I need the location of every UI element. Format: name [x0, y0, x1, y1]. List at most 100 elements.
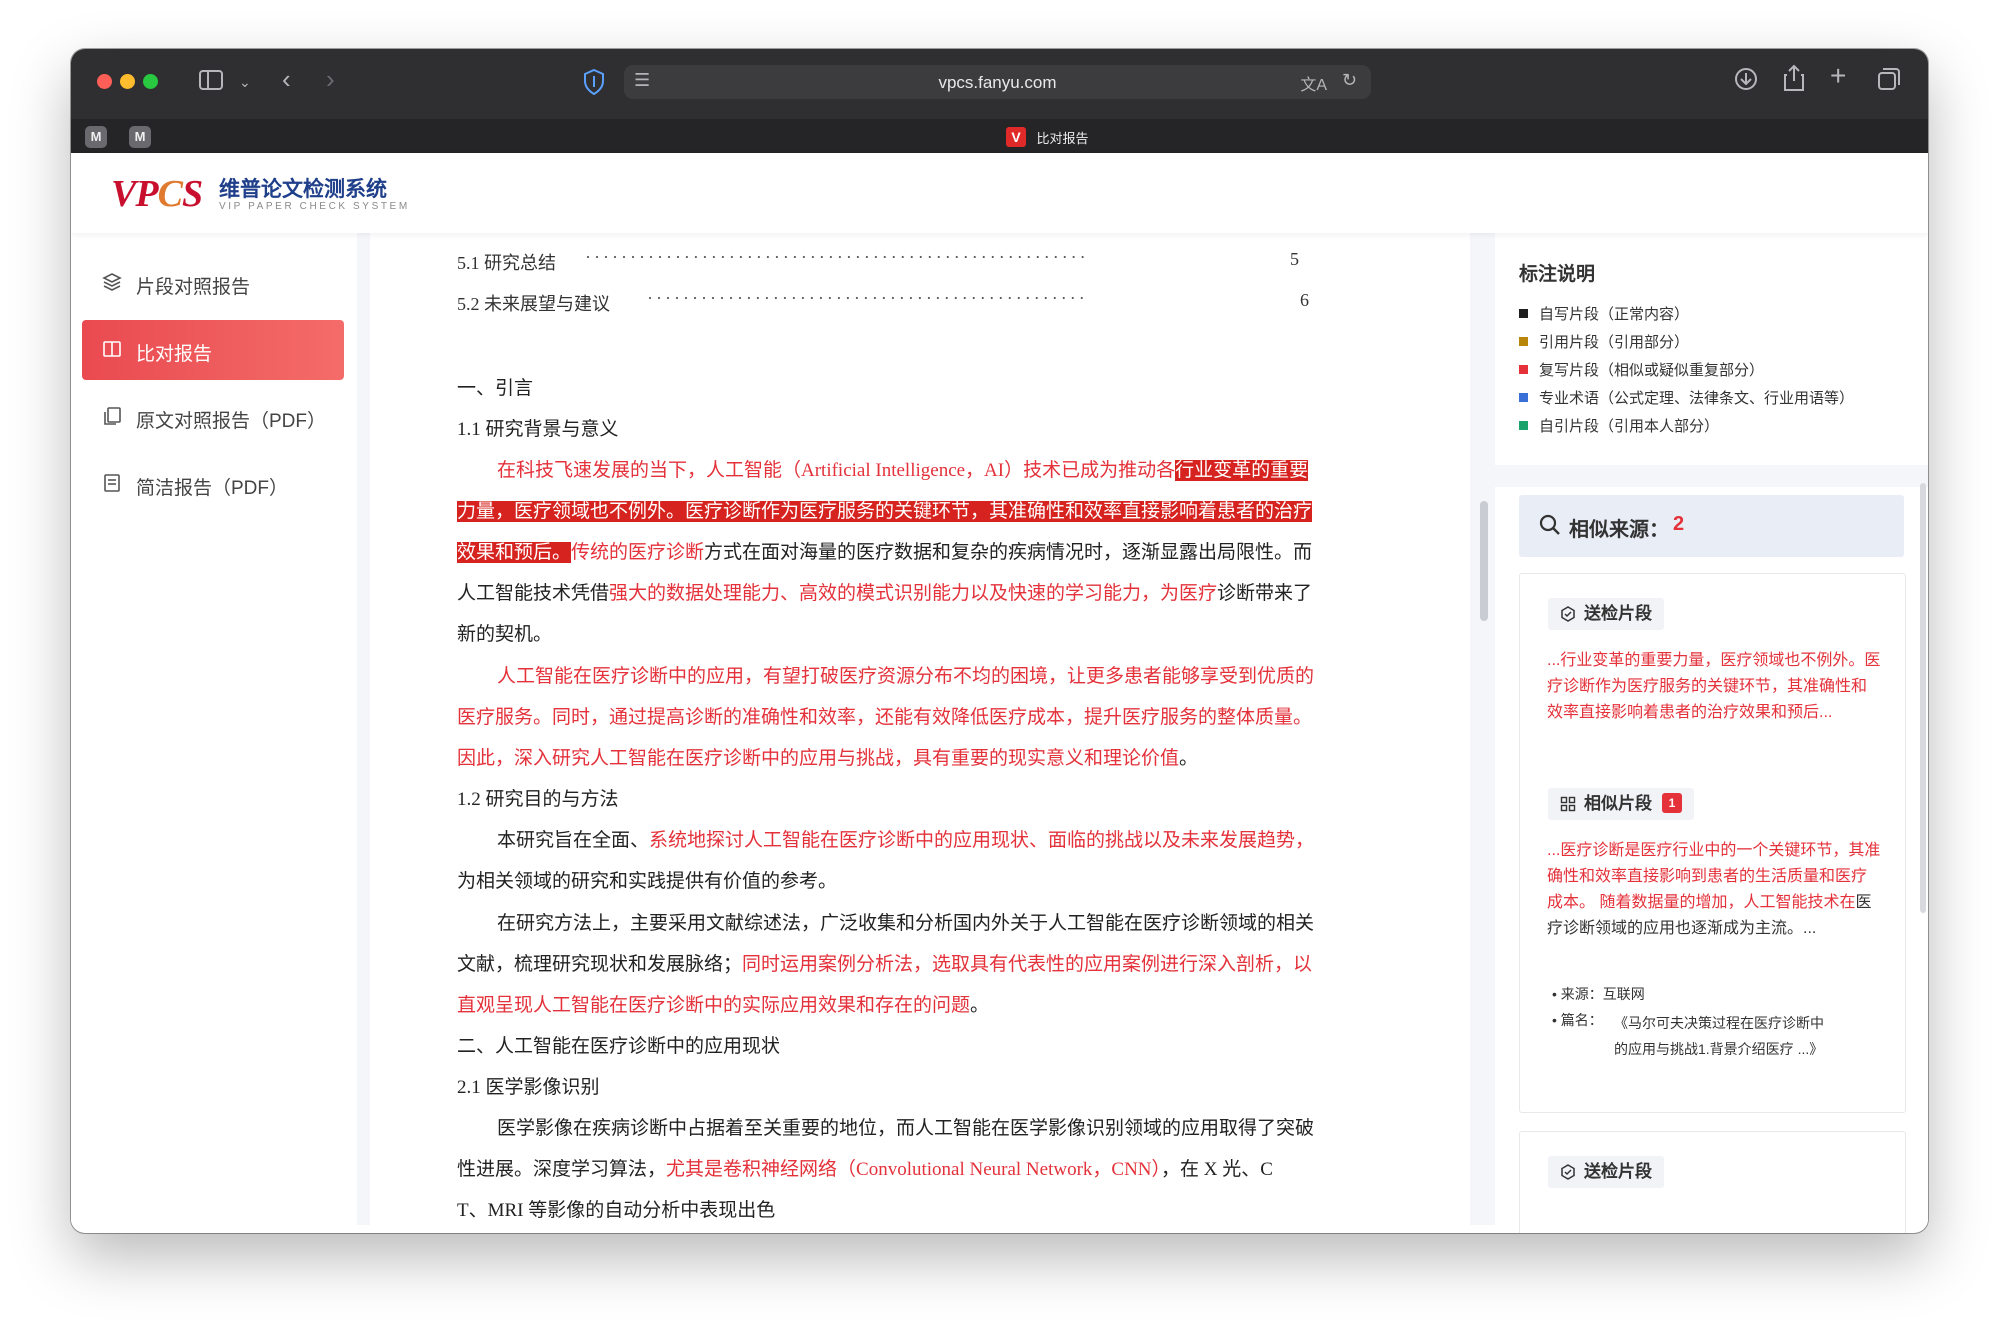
active-tab[interactable]: V 比对报告 — [1006, 127, 1088, 147]
paragraph-line: T、MRI 等影像的自动分析中表现出色 — [457, 1200, 776, 1221]
chevron-down-icon[interactable]: ⌄ — [239, 69, 251, 95]
legend-title: 标注说明 — [1519, 264, 1596, 285]
heading-intro: 一、引言 — [457, 378, 534, 399]
logo-cn: 维普论文检测系统 — [219, 178, 387, 201]
pinned-tab-2[interactable]: M — [129, 126, 151, 148]
sidebar-item-label: 比对报告 — [136, 344, 213, 365]
share-icon[interactable] — [1783, 64, 1805, 92]
logo[interactable]: VPCS — [111, 172, 203, 216]
source-card: 送检片段 — [1519, 1131, 1906, 1233]
paper-scrollbar[interactable] — [1480, 501, 1488, 621]
legend-item: 自引片段（引用本人部分） — [1519, 415, 1719, 436]
source-meta: • 来源：互联网 — [1552, 986, 1645, 1002]
pinned-tab-1[interactable]: M — [85, 126, 107, 148]
paragraph-line: 效果和预后。传统的医疗诊断方式在面对海量的医疗数据和复杂的疾病情况时，逐渐显露出… — [457, 537, 1312, 564]
normal-fragment: 人工智能技术凭借 — [457, 583, 610, 604]
paragraph-line: 性进展。深度学习算法，尤其是卷积神经网络（Convolutional Neura… — [457, 1154, 1273, 1181]
legend-item: 复写片段（相似或疑似重复部分） — [1519, 359, 1764, 380]
translate-icon[interactable]: 文A — [1300, 71, 1327, 95]
hexagon-check-icon — [1561, 1164, 1575, 1180]
minimize-window-button[interactable] — [120, 74, 135, 89]
close-window-button[interactable] — [97, 74, 112, 89]
site-header: VPCS 维普论文检测系统 VIP PAPER CHECK SYSTEM — [71, 153, 1928, 233]
toc-label: 5.2 未来展望与建议 — [457, 294, 610, 314]
toc-entry[interactable]: 5.1 研究总结 ·······························… — [457, 247, 1299, 275]
toc-leader: ········································… — [585, 247, 1089, 267]
highlighted-fragment[interactable]: 效果和预后。 — [457, 542, 572, 563]
grid-icon — [1560, 796, 1576, 812]
forward-arrow-icon[interactable]: › — [326, 66, 335, 92]
sidebar-item-label: 简洁报告（PDF） — [136, 478, 289, 499]
normal-fragment: 诊断带来了 — [1217, 583, 1313, 604]
rewritten-fragment[interactable]: 系统地探讨人工智能在医疗诊断中的应用现状、面临的挑战以及未来发展趋势， — [649, 830, 1314, 851]
submitted-segment-text: ...行业变革的重要力量，医疗领域也不例外。医疗诊断作为医疗服务的关键环节，其准… — [1547, 652, 1881, 721]
paragraph-line: 新的契机。 — [457, 624, 553, 645]
new-tab-icon[interactable]: + — [1830, 62, 1846, 90]
rewritten-fragment[interactable]: 同时运用案例分析法，选取具有代表性的应用案例进行深入剖析，以 — [742, 954, 1312, 975]
title-meta-value[interactable]: 《马尔可夫决策过程在医疗诊断中的应用与挑战1.背景介绍医疗 ...》 — [1614, 1010, 1834, 1062]
tab-bar: M M V 比对报告 — [71, 119, 1928, 153]
url-text[interactable]: vpcs.fanyu.com — [624, 73, 1371, 93]
address-bar[interactable]: ☰ vpcs.fanyu.com 文A ↻ — [624, 65, 1371, 99]
similar-count-badge: 1 — [1662, 793, 1682, 813]
document-icon — [104, 474, 120, 492]
sidebar-item-comparison-report[interactable]: 比对报告 — [82, 320, 344, 380]
normal-fragment: 方式在面对海量的医疗数据和复杂的疾病情况时，逐渐显露出局限性。而 — [704, 542, 1313, 563]
paper-view[interactable]: 5.1 研究总结 ·······························… — [370, 233, 1470, 1225]
zoom-window-button[interactable] — [143, 74, 158, 89]
favicon-icon: V — [1006, 127, 1026, 147]
rewritten-fragment[interactable]: 传统的医疗诊断 — [571, 542, 704, 563]
highlighted-fragment[interactable]: 行业变革的重要 — [1175, 460, 1309, 481]
reload-icon[interactable]: ↻ — [1342, 70, 1357, 91]
toc-page: 6 — [1300, 290, 1309, 310]
sidebar-item-segment-report[interactable]: 片段对照报告 — [82, 253, 344, 313]
privacy-shield-icon[interactable] — [583, 69, 605, 95]
normal-fragment: 性进展。深度学习算法， — [457, 1159, 667, 1180]
sidebar-item-original-pdf[interactable]: 原文对照报告（PDF） — [82, 387, 344, 447]
copy-icon — [104, 407, 121, 425]
sidebar: 片段对照报告 比对报告 原文对照报告（PDF） 简洁报告（PDF） — [71, 233, 357, 1225]
rewritten-fragment[interactable]: 因此，深入研究人工智能在医疗诊断中的应用与挑战，具有重要的现实意义和理论价值 — [457, 748, 1179, 769]
paragraph-line: 直观呈现人工智能在医疗诊断中的实际应用效果和存在的问题。 — [457, 990, 989, 1017]
paragraph-line[interactable]: 人工智能在医疗诊断中的应用，有望打破医疗资源分布不均的困境，让更多患者能够享受到… — [497, 661, 1314, 688]
legend-item: 自写片段（正常内容） — [1519, 303, 1689, 324]
rewritten-fragment[interactable]: 直观呈现人工智能在医疗诊断中的实际应用效果和存在的问题 — [457, 995, 970, 1016]
panel-scrollbar[interactable] — [1920, 483, 1926, 913]
paragraph-line: 因此，深入研究人工智能在医疗诊断中的应用与挑战，具有重要的现实意义和理论价值。 — [457, 743, 1198, 770]
rewritten-fragment[interactable]: 强大的数据处理能力、高效的模式识别能力以及快速的学习能力，为医疗 — [609, 583, 1217, 604]
paragraph-line[interactable]: 医疗服务。同时，通过提高诊断的准确性和效率，还能有效降低医疗成本，提升医疗服务的… — [457, 702, 1312, 729]
back-arrow-icon[interactable]: ‹ — [282, 66, 291, 92]
paragraph-line: 在科技飞速发展的当下，人工智能（Artificial Intelligence，… — [497, 455, 1309, 482]
rewritten-fragment[interactable]: 在科技飞速发展的当下，人工智能（Artificial Intelligence，… — [497, 460, 1175, 481]
heading-1-2: 1.2 研究目的与方法 — [457, 789, 619, 810]
similar-sources-count: 2 — [1673, 513, 1685, 535]
title-meta-label: • 篇名： — [1552, 1012, 1603, 1028]
source-card: 送检片段 ...行业变革的重要力量，医疗领域也不例外。医疗诊断作为医疗服务的关键… — [1519, 573, 1906, 1113]
browser-window: ⌄ ‹ › ☰ vpcs.fanyu.com 文A ↻ + M M V 比对报告… — [71, 49, 1928, 1233]
hexagon-check-icon — [1561, 606, 1575, 622]
sidebar-item-brief-pdf[interactable]: 简洁报告（PDF） — [82, 454, 344, 514]
toc-page: 5 — [1290, 249, 1299, 269]
sidebar-item-label: 原文对照报告（PDF） — [136, 411, 327, 432]
paragraph-line: 医学影像在疾病诊断中占据着至关重要的地位，而人工智能在医学影像识别领域的应用取得… — [497, 1118, 1315, 1139]
panel-divider — [1495, 465, 1928, 487]
similar-segment-text: ...医疗诊断是医疗行业中的一个关键环节，其准确性和效率直接影响到患者的生活质量… — [1547, 842, 1881, 937]
highlighted-fragment[interactable]: 力量，医疗领域也不例外。医疗诊断作为医疗服务的关键环节，其准确性和效率直接影响着… — [457, 501, 1313, 522]
submitted-segment-tag: 送检片段 — [1548, 598, 1664, 630]
toc-entry[interactable]: 5.2 未来展望与建议 ····························… — [457, 288, 1309, 316]
toc-leader: ········································… — [647, 288, 1088, 308]
annotation-panel: 标注说明 自写片段（正常内容） 引用片段（引用部分） 复写片段（相似或疑似重复部… — [1495, 233, 1928, 1233]
tab-title: 比对报告 — [1036, 130, 1089, 146]
similar-sources-header[interactable]: 相似来源： 2 — [1519, 495, 1904, 557]
download-icon[interactable] — [1734, 67, 1758, 91]
normal-fragment: 。 — [1179, 748, 1199, 769]
normal-fragment: 。 — [970, 995, 990, 1016]
layers-icon — [102, 273, 122, 291]
normal-fragment: 本研究旨在全面、 — [497, 830, 650, 851]
sidebar-toggle-icon[interactable] — [198, 69, 224, 91]
rewritten-fragment[interactable]: 尤其是卷积神经网络（Convolutional Neural Network，C… — [666, 1159, 1161, 1180]
heading-1-1: 1.1 研究背景与意义 — [457, 419, 619, 440]
tab-overview-icon[interactable] — [1877, 67, 1901, 91]
paragraph-line: 在研究方法上，主要采用文献综述法，广泛收集和分析国内外关于人工智能在医疗诊断领域… — [497, 913, 1315, 934]
search-icon — [1539, 514, 1560, 535]
